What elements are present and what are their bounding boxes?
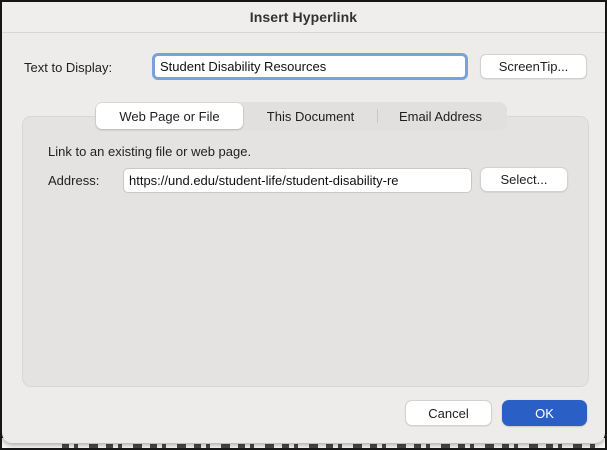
dialog-titlebar: Insert Hyperlink bbox=[2, 2, 605, 33]
text-to-display-input[interactable] bbox=[155, 59, 465, 74]
dialog-title: Insert Hyperlink bbox=[249, 9, 358, 25]
select-button[interactable]: Select... bbox=[480, 167, 568, 192]
hyperlink-type-tabs: Web Page or File This Document Email Add… bbox=[95, 102, 507, 130]
address-field-wrapper bbox=[123, 168, 472, 193]
ok-button[interactable]: OK bbox=[502, 400, 587, 426]
clipped-document-text bbox=[62, 444, 595, 448]
screentip-button[interactable]: ScreenTip... bbox=[480, 54, 587, 79]
tab-web-page-or-file[interactable]: Web Page or File bbox=[96, 103, 243, 129]
tab-this-document[interactable]: This Document bbox=[244, 102, 377, 130]
text-to-display-field-wrapper bbox=[152, 53, 468, 80]
insert-hyperlink-dialog: Insert Hyperlink Text to Display: Screen… bbox=[2, 2, 605, 443]
screenshot-frame: Insert Hyperlink Text to Display: Screen… bbox=[0, 0, 607, 450]
tab-email-address[interactable]: Email Address bbox=[378, 102, 503, 130]
cancel-button[interactable]: Cancel bbox=[405, 400, 492, 426]
address-input[interactable] bbox=[124, 173, 471, 188]
panel-description: Link to an existing file or web page. bbox=[48, 144, 252, 159]
text-to-display-label: Text to Display: bbox=[24, 60, 113, 75]
address-label: Address: bbox=[48, 173, 100, 188]
